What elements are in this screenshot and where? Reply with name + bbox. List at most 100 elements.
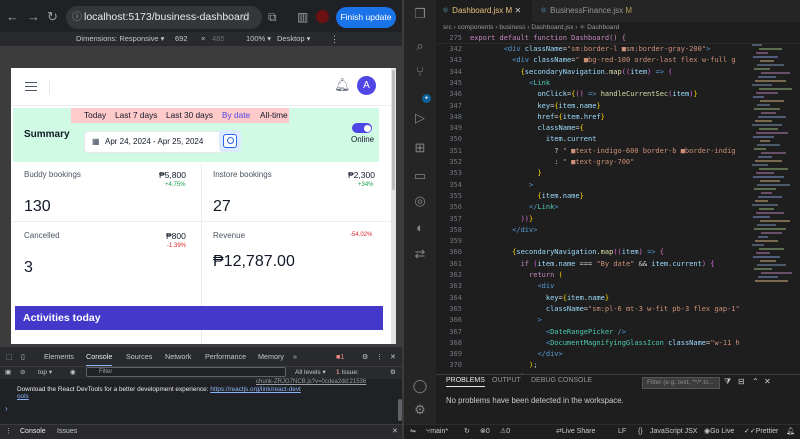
finish-update-button[interactable]: Finish update: [336, 7, 396, 28]
tab-last-7-days[interactable]: Last 7 days: [115, 110, 157, 121]
search-icon[interactable]: ⌕: [408, 38, 432, 54]
tab-memory[interactable]: Memory: [258, 347, 284, 366]
avatar[interactable]: A: [357, 76, 376, 95]
devtools-close-icon[interactable]: ✕: [390, 347, 396, 366]
tab-console[interactable]: Console: [86, 347, 113, 366]
log-levels-select[interactable]: All levels ▾: [295, 367, 326, 379]
tab-close-icon[interactable]: ✕: [514, 6, 521, 15]
tab-all-time[interactable]: All-time: [260, 110, 288, 121]
code-line[interactable]: if (item.name === "By date" && item.curr…: [470, 259, 715, 270]
tab-elements[interactable]: Elements: [44, 347, 74, 366]
console-message-link[interactable]: https://reactjs.org/link/react-devt: [210, 386, 301, 393]
code-line[interactable]: );: [470, 360, 537, 371]
sync-icon[interactable]: ↻: [464, 425, 470, 439]
code-line[interactable]: }: [470, 168, 541, 179]
code-line[interactable]: {item.name}: [470, 191, 583, 202]
extensions-icon[interactable]: ⧉: [268, 9, 277, 25]
error-count[interactable]: ⊗ 0: [480, 425, 490, 439]
manage-gear-icon[interactable]: ⚙: [408, 402, 432, 418]
issues-badge[interactable]: ■ 1: [336, 347, 344, 366]
live-share-status[interactable]: ⇄ Live Share: [556, 425, 595, 439]
code-line[interactable]: >: [470, 180, 533, 191]
code-line[interactable]: key={item.name}: [470, 101, 600, 112]
bell-icon[interactable]: 🔔︎: [334, 77, 351, 93]
zoom-select[interactable]: 100% ▾: [246, 32, 271, 46]
drawer-tab-console[interactable]: Console: [20, 425, 46, 439]
clear-console-icon[interactable]: ⊘: [20, 367, 25, 379]
context-select[interactable]: top ▾: [38, 367, 52, 379]
tab-last-30-days[interactable]: Last 30 days: [166, 110, 213, 121]
problems-filter-input[interactable]: Filter (e.g. text, **/*.ts...: [642, 377, 720, 389]
notifications-bell-icon[interactable]: 🔔︎: [786, 425, 795, 439]
inspect-element-icon[interactable]: ⬚: [6, 347, 13, 366]
remote-explorer-icon[interactable]: ▭: [408, 168, 432, 184]
code-line[interactable]: {secondaryNavigation.map((item) => {: [470, 247, 664, 258]
code-line[interactable]: ))}: [470, 214, 534, 225]
console-prompt[interactable]: ›: [5, 404, 8, 413]
code-line[interactable]: onClick={() => handleCurrentSec(item)}: [470, 89, 697, 100]
address-bar[interactable]: ⓘ localhost:5173/business-dashboard: [66, 6, 262, 29]
language-mode[interactable]: JavaScript JSX: [650, 425, 697, 439]
back-arrow-icon[interactable]: ←: [6, 9, 19, 25]
git-branch[interactable]: ⑂ main*: [426, 425, 448, 439]
sidebar-toggle-icon[interactable]: ▣: [5, 367, 11, 379]
dimensions-select[interactable]: Dimensions: Responsive ▾: [76, 32, 164, 46]
forward-arrow-icon[interactable]: →: [27, 9, 40, 25]
console-settings-icon[interactable]: ⚙: [390, 367, 396, 379]
code-line[interactable]: <div: [470, 281, 554, 292]
devtools-menu-icon[interactable]: ⋮: [376, 347, 383, 366]
run-debug-icon[interactable]: ▷: [408, 110, 432, 126]
width-input[interactable]: 692: [175, 32, 188, 46]
sidepanel-icon[interactable]: ▥: [297, 9, 308, 25]
code-line[interactable]: </Link>: [470, 202, 559, 213]
code-line[interactable]: return (: [470, 270, 563, 281]
code-line[interactable]: className={: [470, 123, 583, 134]
code-line[interactable]: </div>: [470, 225, 537, 236]
source-control-icon[interactable]: ⑂: [408, 64, 432, 79]
panel-tab-problems[interactable]: PROBLEMS: [446, 377, 485, 387]
code-line[interactable]: <DateRangePicker />: [470, 327, 626, 338]
code-line[interactable]: <Link: [470, 78, 550, 89]
reload-icon[interactable]: ↻: [47, 9, 58, 25]
breadcrumb[interactable]: src › components › business › Dashboard.…: [436, 22, 800, 33]
document-search-button[interactable]: [219, 130, 241, 152]
code-line[interactable]: item.current: [470, 134, 597, 145]
live-share-icon[interactable]: ⇄: [408, 246, 432, 262]
code-line[interactable]: className="sm:pl-6 mt-3 w-fit pb-3 flex …: [470, 304, 740, 315]
live-expression-eye-icon[interactable]: ◉: [70, 367, 76, 379]
github-icon[interactable]: ◐: [408, 220, 432, 235]
height-input[interactable]: 485: [212, 32, 225, 46]
edge-devtools-icon[interactable]: ◎: [408, 193, 432, 209]
tab-today[interactable]: Today: [84, 110, 106, 121]
eol-select[interactable]: LF: [618, 425, 626, 439]
devtools-settings-icon[interactable]: ⚙: [362, 347, 368, 366]
page-scrollbar-thumb[interactable]: [392, 70, 395, 190]
warning-count[interactable]: ⚠ 0: [500, 425, 510, 439]
hamburger-menu-icon[interactable]: [25, 82, 37, 91]
console-message-link-wrap[interactable]: ools: [17, 393, 29, 401]
code-line[interactable]: <div className="sm:border-l ■sm:border-g…: [470, 44, 711, 55]
code-line[interactable]: >: [470, 315, 541, 326]
maximize-panel-icon[interactable]: ⌃: [752, 377, 759, 386]
drawer-menu-icon[interactable]: ⋮: [5, 425, 12, 439]
code-line[interactable]: ? " ■text-indigo-600 border-b ■border-in…: [470, 146, 735, 157]
code-line[interactable]: : " ■text-gray-700": [470, 157, 634, 168]
site-info-icon[interactable]: ⓘ: [72, 6, 82, 29]
console-message-source[interactable]: chunk-ZRJG7NCB.js?v=0cdea2dd:21536: [256, 379, 366, 385]
code-line[interactable]: {secondaryNavigation.map((item) => (: [470, 67, 673, 78]
collapse-all-icon[interactable]: ⊟: [738, 377, 745, 386]
code-line[interactable]: href={item.href}: [470, 112, 604, 123]
device-type-select[interactable]: Desktop ▾: [277, 32, 310, 46]
extensions-icon[interactable]: ⊞: [408, 140, 432, 156]
filter-funnel-icon[interactable]: ⧩: [724, 377, 731, 387]
more-tabs-icon[interactable]: »: [293, 347, 297, 366]
profile-avatar[interactable]: [316, 10, 329, 23]
console-filter-input[interactable]: Filter: [86, 367, 286, 377]
bookmark-star-icon[interactable]: ☆: [240, 9, 251, 25]
device-toggle-icon[interactable]: ▯: [21, 347, 25, 366]
tab-performance[interactable]: Performance: [205, 347, 246, 366]
panel-tab-debug-console[interactable]: DEBUG CONSOLE: [531, 377, 592, 384]
go-live-status[interactable]: ◉ Go Live: [704, 425, 734, 439]
tab-by-date[interactable]: By date: [222, 110, 250, 121]
tab-sources[interactable]: Sources: [126, 347, 152, 366]
